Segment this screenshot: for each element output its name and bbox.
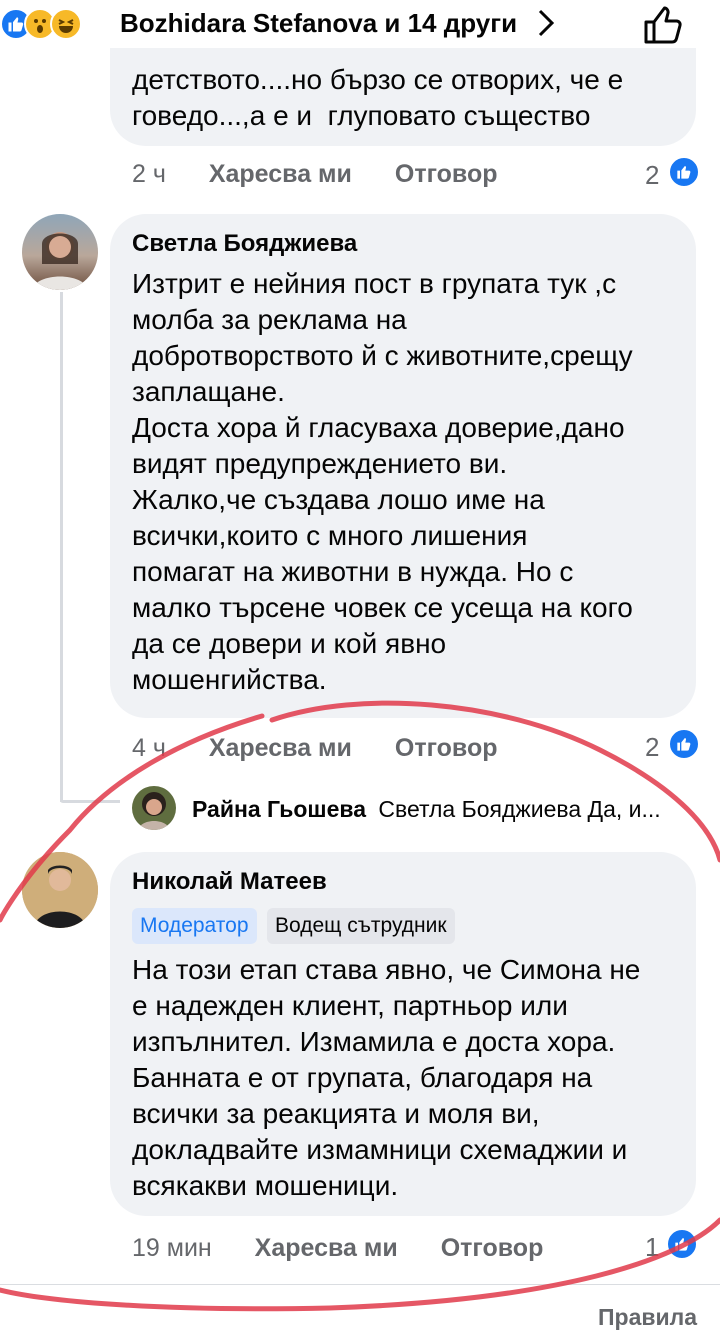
comment-time: 19 мин (132, 1234, 212, 1262)
comment-time: 4 ч (132, 734, 166, 762)
haha-icon (50, 8, 82, 40)
like-icon (668, 156, 700, 188)
top-contributor-badge[interactable]: Водещ сътрудник (266, 908, 455, 944)
reaction-count[interactable]: 1 (645, 1232, 659, 1263)
rules-link[interactable]: Правила (598, 1304, 697, 1331)
reply-preview[interactable]: Райна Гьошева Светла Бояджиева Да, и... (132, 786, 692, 832)
reaction-count[interactable]: 2 (645, 732, 659, 763)
comment-text-1: детството....но бързо се отворих, че е г… (132, 64, 624, 131)
comment-meta-3: 19 мин Харесва ми Отговор (132, 1234, 579, 1263)
comment-meta-1: 2 ч Харесва ми Отговор (132, 160, 534, 189)
reaction-icons (0, 0, 120, 48)
reply-author[interactable]: Райна Гьошева (192, 796, 366, 822)
reply-button[interactable]: Отговор (395, 160, 498, 188)
thread-line (60, 292, 63, 802)
comment-text-2: Изтрит е нейния пост в групата тук ,с мо… (132, 268, 633, 695)
author-badges: Модератор Водещ сътрудник (132, 908, 461, 944)
avatar[interactable] (22, 214, 98, 290)
like-button[interactable]: Харесва ми (209, 734, 352, 762)
avatar (132, 786, 176, 830)
comment-author[interactable]: Николай Матеев (132, 868, 327, 896)
like-icon (668, 728, 700, 760)
like-button[interactable]: Харесва ми (209, 160, 352, 188)
thread-line (60, 800, 120, 803)
reactors-text[interactable]: Bozhidara Stefanova и 14 други (120, 8, 517, 39)
reaction-count[interactable]: 2 (645, 160, 659, 191)
avatar[interactable] (22, 852, 98, 928)
moderator-badge[interactable]: Модератор (132, 908, 257, 944)
reactions-bar[interactable]: Bozhidara Stefanova и 14 други (0, 0, 720, 48)
comment-time: 2 ч (132, 160, 166, 188)
reply-button[interactable]: Отговор (395, 734, 498, 762)
reply-snippet: Светла Бояджиева Да, и... (378, 796, 661, 822)
reply-button[interactable]: Отговор (441, 1234, 544, 1262)
chevron-right-icon[interactable] (534, 8, 558, 38)
comment-meta-2: 4 ч Харесва ми Отговор (132, 734, 534, 763)
comment-author[interactable]: Светла Бояджиева (132, 230, 357, 258)
like-icon (666, 1228, 698, 1260)
comment-text-3: На този етап става явно, че Симона не е … (132, 954, 641, 1201)
divider (0, 1284, 720, 1285)
like-outline-icon[interactable] (640, 2, 686, 46)
like-button[interactable]: Харесва ми (255, 1234, 398, 1262)
